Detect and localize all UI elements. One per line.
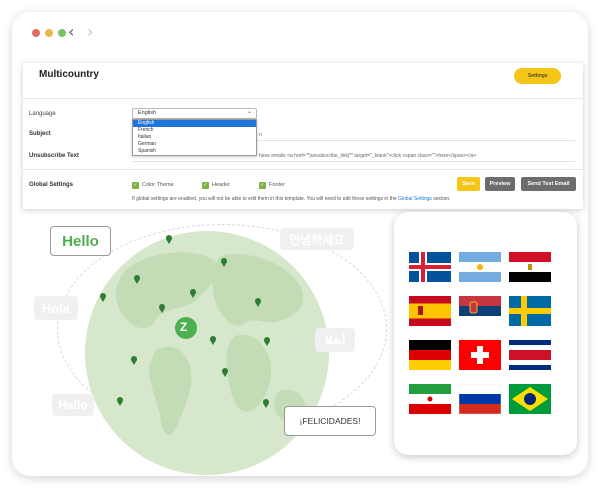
- flag-germany-icon: [409, 340, 451, 370]
- map-pin-icon: [222, 368, 228, 377]
- arabic-greeting-text: أهلا: [324, 333, 346, 347]
- map-pin-icon: [100, 293, 106, 302]
- flags-card: [394, 212, 577, 455]
- map-pin-icon: [190, 289, 196, 298]
- hallo-text: Hallo: [58, 398, 88, 412]
- felicidades-text: ¡FELICIDADES!: [299, 416, 361, 426]
- flag-egypt-icon: [509, 252, 551, 282]
- map-pin-icon: [264, 337, 270, 346]
- map-pin-icon: [255, 298, 261, 307]
- map-pin-icon: [159, 304, 165, 313]
- korean-greeting-bubble: 안녕하세요: [280, 228, 354, 250]
- flag-brazil-icon: [509, 384, 551, 414]
- hello-text: Hello: [62, 232, 99, 250]
- flag-russia-icon: [459, 384, 501, 414]
- flag-costa-rica-icon: [509, 340, 551, 370]
- flag-iceland-icon: [409, 252, 451, 282]
- map-pin-icon: [134, 275, 140, 284]
- flag-switzerland-icon: [459, 340, 501, 370]
- flag-sweden-icon: [509, 296, 551, 326]
- hola-bubble: Hola: [34, 296, 78, 320]
- map-pin-icon: [263, 399, 269, 408]
- map-pin-icon: [117, 397, 123, 406]
- map-pin-icon: [221, 258, 227, 267]
- map-pin-icon: [210, 336, 216, 345]
- hello-bubble: Hello: [50, 226, 111, 256]
- map-pin-icon: [131, 356, 137, 365]
- hola-text: Hola: [41, 300, 71, 316]
- logo-letter: Z: [180, 320, 188, 334]
- app-window: ‹ › Multicountry Settings Language Engli…: [12, 12, 588, 476]
- flag-argentina-icon: [459, 252, 501, 282]
- flag-spain-icon: [409, 296, 451, 326]
- flag-serbia-icon: [459, 296, 501, 326]
- korean-greeting-text: 안녕하세요: [289, 232, 345, 247]
- map-pin-icon: [166, 235, 172, 244]
- felicidades-bubble: ¡FELICIDADES!: [284, 406, 376, 436]
- flag-iran-icon: [409, 384, 451, 414]
- arabic-greeting-bubble: أهلا: [315, 328, 355, 352]
- hallo-bubble: Hallo: [52, 394, 94, 416]
